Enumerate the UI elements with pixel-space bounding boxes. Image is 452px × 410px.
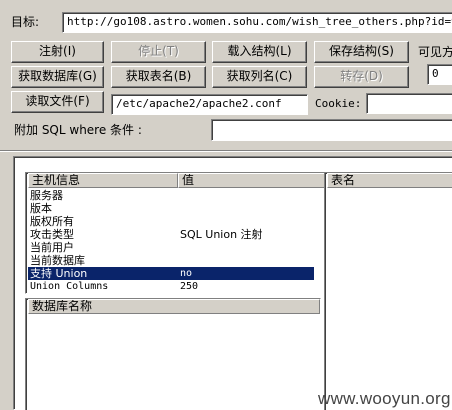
target-label: 目标:	[11, 15, 40, 29]
list-item[interactable]: 服务器	[28, 189, 331, 202]
dump-button[interactable]: 转存(D)	[314, 66, 409, 88]
file-path-input[interactable]: /etc/apache2/apache2.conf	[111, 94, 308, 115]
database-names-header[interactable]: 数据库名称	[28, 299, 320, 314]
visible-label: 可见方	[418, 45, 452, 59]
inject-button[interactable]: 注射(I)	[11, 41, 104, 63]
table-names-list[interactable]: 表名	[324, 172, 452, 410]
list-item[interactable]: 版本	[28, 202, 331, 215]
host-info-header-value[interactable]: 值	[178, 173, 331, 188]
watermark: www.wooyun.org	[318, 389, 451, 408]
list-item[interactable]: 攻击类型 SQL Union 注射	[28, 228, 331, 241]
save-structure-button[interactable]: 保存结构(S)	[314, 41, 409, 63]
list-item[interactable]: 当前用户	[28, 241, 331, 254]
host-info-list[interactable]: 主机信息 值 服务器 版本 版权所有 攻击类型 SQL Union 注射 当前用…	[25, 172, 332, 294]
results-area: 主机信息 值 服务器 版本 版权所有 攻击类型 SQL Union 注射 当前用…	[13, 156, 452, 410]
target-url-input[interactable]: http://go108.astro.women.sohu.com/wish_t…	[62, 12, 452, 33]
stop-button[interactable]: 停止(T)	[111, 41, 206, 63]
table-names-header[interactable]: 表名	[327, 173, 452, 188]
cookie-label: Cookie:	[315, 97, 362, 110]
visible-value-input[interactable]: 0	[427, 64, 452, 85]
list-item[interactable]: Union Columns 250	[28, 280, 331, 293]
list-item[interactable]: 版权所有	[28, 215, 331, 228]
sql-where-input[interactable]	[211, 119, 452, 141]
get-tables-button[interactable]: 获取表名(B)	[111, 66, 206, 88]
read-file-button[interactable]: 读取文件(F)	[11, 91, 104, 113]
database-names-list[interactable]: 数据库名称	[25, 298, 321, 410]
list-item[interactable]: 当前数据库	[28, 254, 331, 267]
get-columns-button[interactable]: 获取列名(C)	[212, 66, 307, 88]
load-structure-button[interactable]: 载入结构(L)	[212, 41, 307, 63]
host-info-header-key[interactable]: 主机信息	[28, 173, 178, 188]
divider	[0, 150, 452, 152]
sql-where-label: 附加 SQL where 条件 :	[14, 123, 142, 137]
get-databases-button[interactable]: 获取数据库(G)	[11, 66, 104, 88]
cookie-input[interactable]	[366, 93, 452, 114]
list-item-selected[interactable]: 支持 Union no	[28, 267, 314, 280]
